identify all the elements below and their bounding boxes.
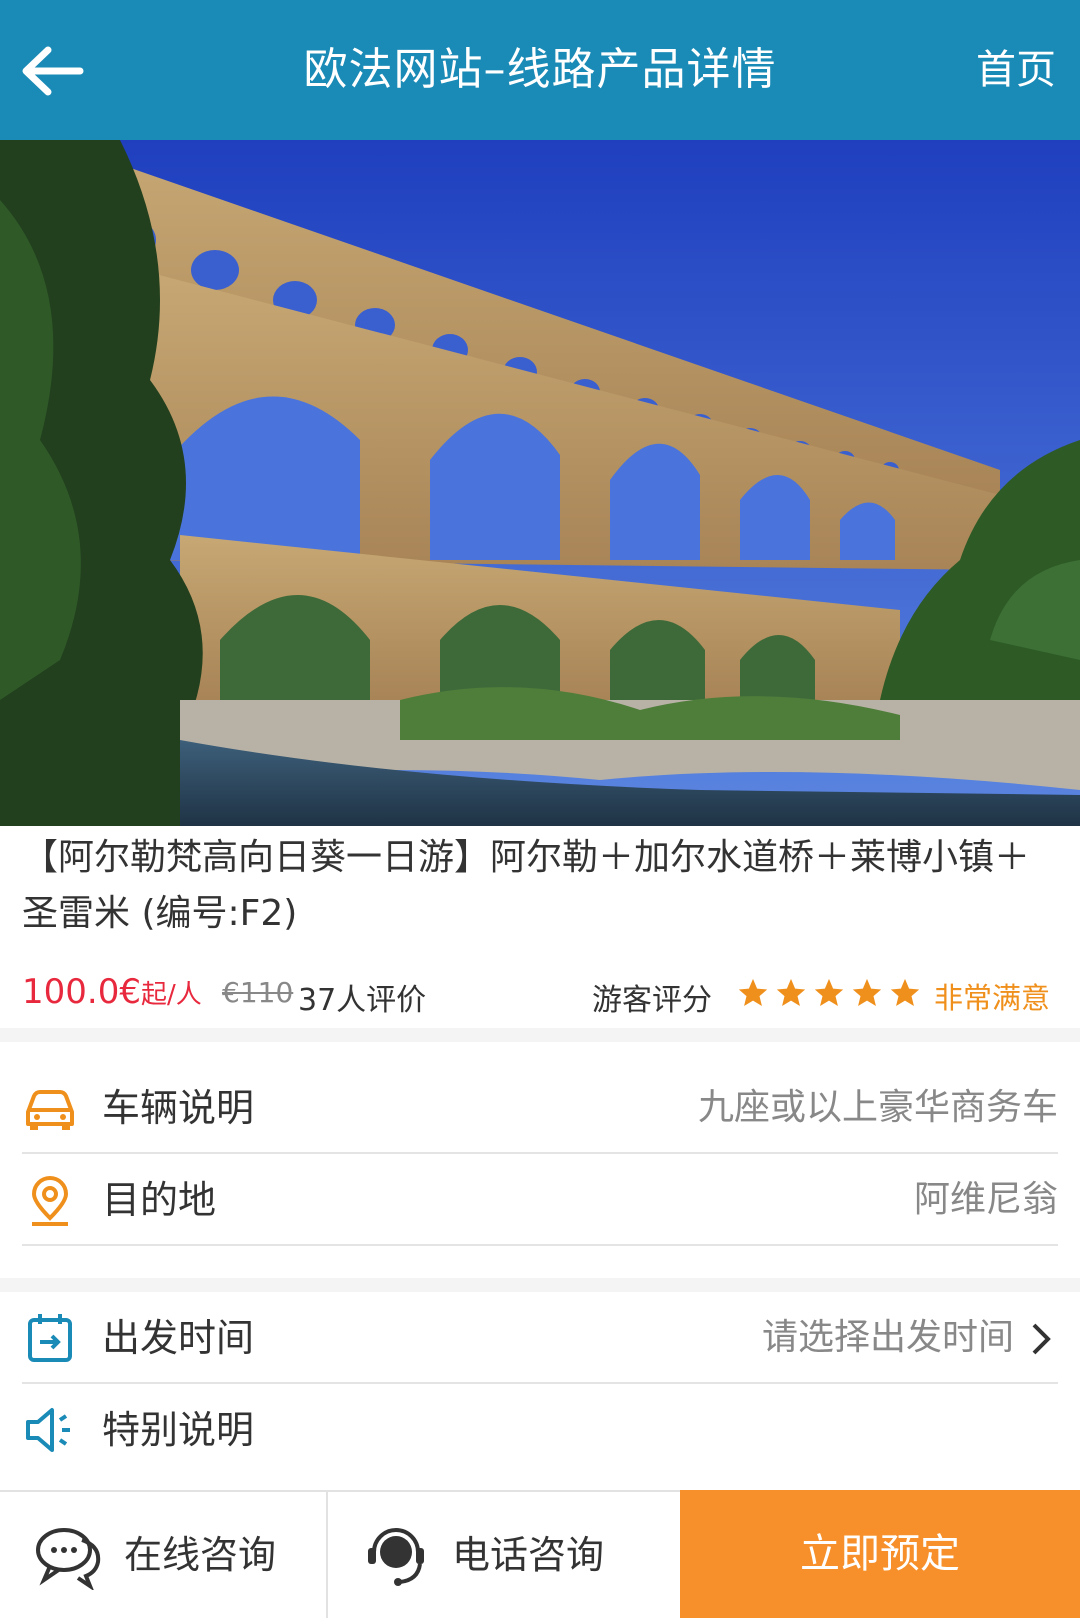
headset-icon — [368, 1528, 424, 1586]
vehicle-row: 车辆说明 九座或以上豪华商务车 — [22, 1062, 1058, 1154]
divider — [22, 1244, 1058, 1246]
page-title: 欧法网站–线路产品详情 — [303, 44, 777, 95]
rating-text: 非常满意 — [934, 981, 1051, 1015]
product-title: 【阿尔勒梵高向日葵一日游】阿尔勒＋加尔水道桥＋莱博小镇＋圣雷米 (编号:F2) — [22, 837, 1031, 934]
app-header: 欧法网站–线路产品详情 首页 — [0, 0, 1080, 140]
bottom-action-bar: 在线咨询 电话咨询 立即预定 — [0, 1490, 1080, 1618]
special-notes-label: 特别说明 — [102, 1408, 255, 1452]
chevron-right-icon — [1032, 1323, 1051, 1355]
price-unit: 起/人 — [140, 980, 202, 1010]
rating-label: 游客评分 — [592, 983, 712, 1018]
vehicle-label: 车辆说明 — [102, 1086, 255, 1130]
special-notes-row[interactable]: 特别说明 — [22, 1384, 1058, 1476]
details-section: 车辆说明 九座或以上豪华商务车 目的地 阿维尼翁 — [0, 1042, 1080, 1278]
phone-consult-label: 电话咨询 — [452, 1533, 605, 1577]
star-rating — [736, 976, 922, 1010]
departure-value: 请选择出发时间 — [761, 1317, 1014, 1358]
calendar-icon — [28, 1314, 72, 1362]
book-now-button[interactable]: 立即预定 — [680, 1490, 1080, 1618]
star-icon — [814, 978, 844, 1007]
car-icon — [26, 1090, 74, 1130]
online-consult-label: 在线咨询 — [124, 1533, 277, 1577]
location-pin-icon — [31, 1176, 69, 1226]
online-consult-button[interactable]: 在线咨询 — [0, 1492, 326, 1618]
destination-value: 阿维尼翁 — [913, 1179, 1058, 1220]
star-icon — [776, 978, 806, 1007]
original-price: €110 — [222, 976, 294, 1009]
star-icon — [738, 978, 768, 1007]
star-icon — [852, 978, 882, 1007]
product-hero-image — [0, 140, 1080, 826]
chat-bubbles-icon — [36, 1528, 101, 1590]
speaker-icon — [26, 1408, 70, 1452]
vehicle-value: 九座或以上豪华商务车 — [697, 1087, 1058, 1128]
review-count[interactable]: 37人评价 — [298, 975, 426, 1019]
home-link[interactable]: 首页 — [976, 0, 1056, 140]
price-value: 100.0€ — [22, 972, 141, 1012]
product-price: 100.0€起/人 — [22, 972, 202, 1012]
destination-label: 目的地 — [102, 1178, 217, 1222]
departure-label: 出发时间 — [102, 1316, 255, 1360]
destination-row: 目的地 阿维尼翁 — [22, 1154, 1058, 1246]
options-section: 出发时间 请选择出发时间 特别说明 — [0, 1292, 1080, 1492]
star-icon — [890, 978, 920, 1007]
phone-consult-button[interactable]: 电话咨询 — [328, 1492, 678, 1618]
departure-time-row[interactable]: 出发时间 请选择出发时间 — [22, 1292, 1058, 1384]
